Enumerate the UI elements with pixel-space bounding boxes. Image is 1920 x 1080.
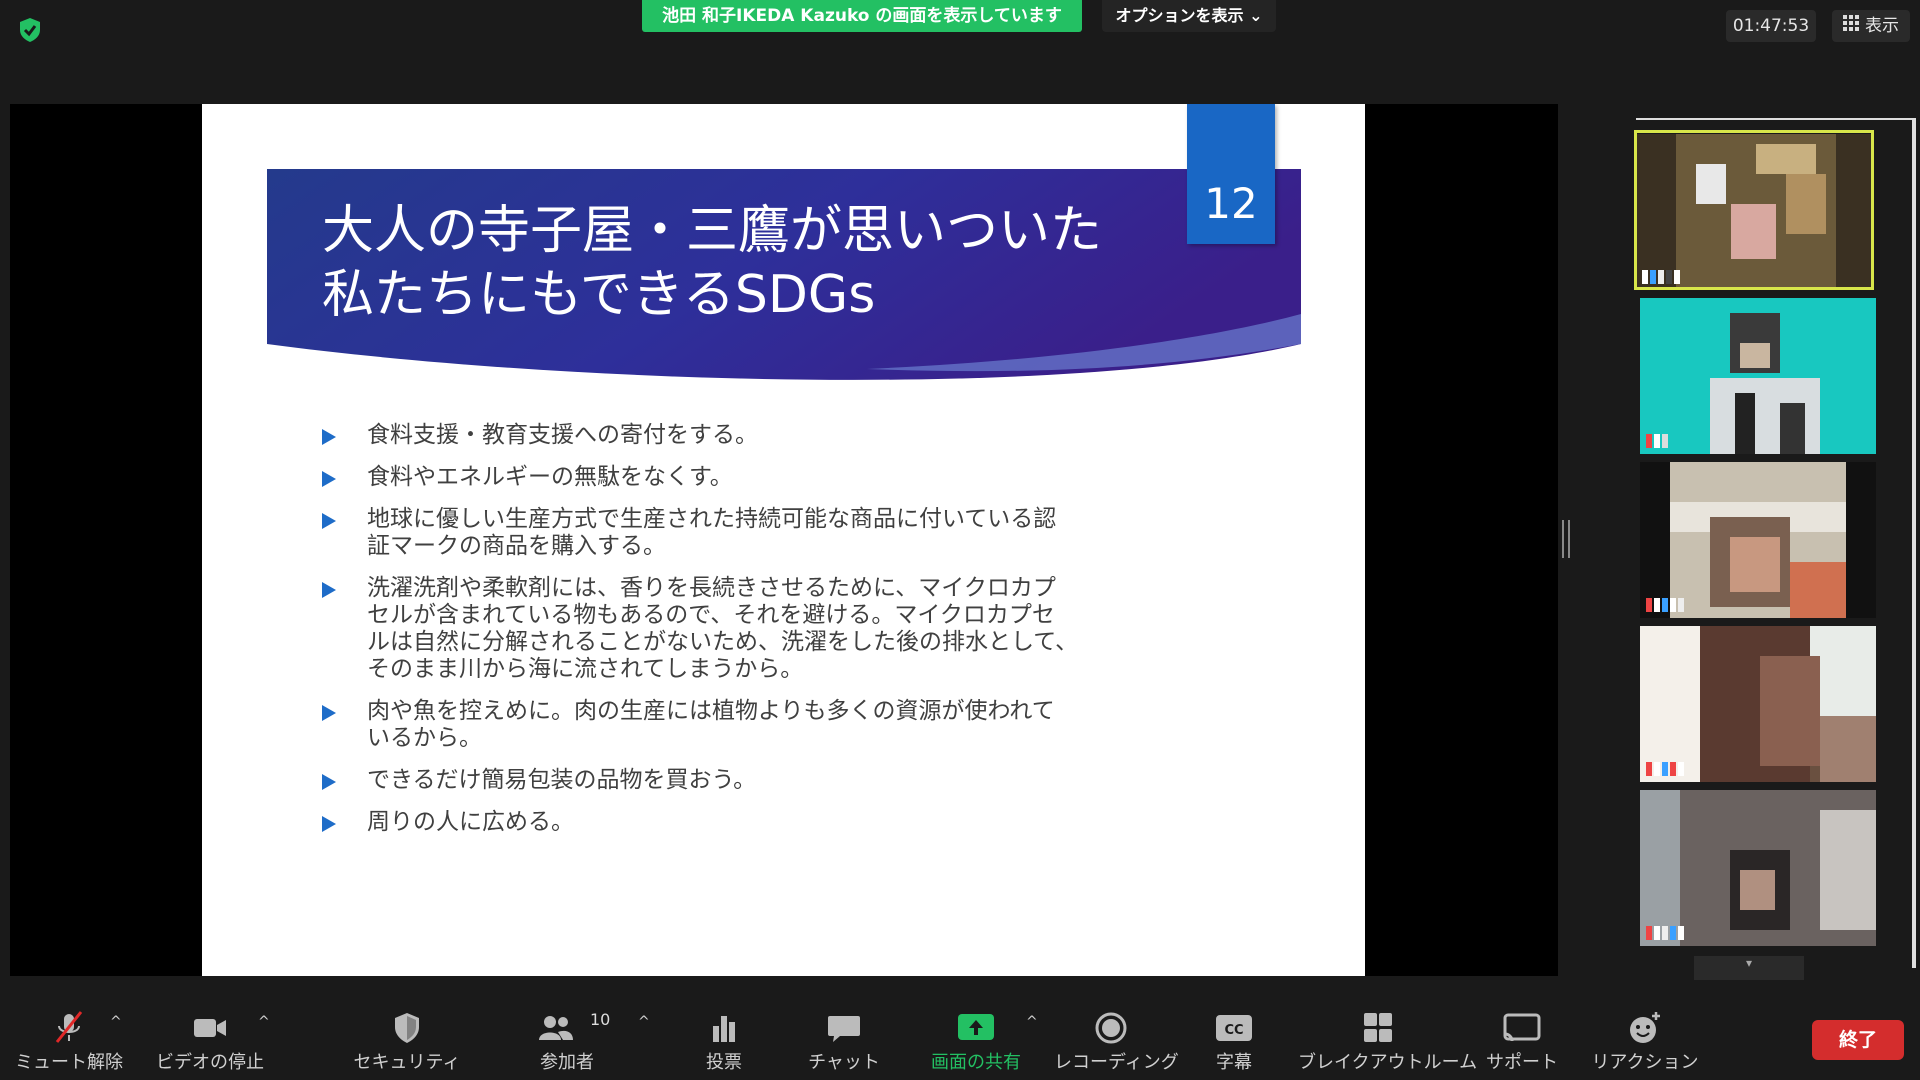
share-options-caret[interactable]: ^	[1026, 1014, 1040, 1030]
cast-icon	[1503, 1013, 1541, 1042]
unmute-label: ミュート解除	[15, 1052, 123, 1073]
bullet-item: 地球に優しい生産方式で生産された持続可能な商品に付いている認 証マークの商品を購…	[322, 506, 1112, 560]
participant-video-tile[interactable]	[1640, 298, 1876, 454]
captions-button[interactable]: CC 字幕	[1184, 980, 1284, 1080]
presentation-slide: 大人の寺子屋・三鷹が思いついた 私たちにもできるSDGs 12 食料支援・教育支…	[202, 104, 1365, 976]
participant-name-label	[1646, 762, 1756, 778]
bullet-arrow-icon	[322, 513, 336, 529]
bullet-item: 食料やエネルギーの無駄をなくす。	[322, 464, 1112, 491]
participants-count: 10	[590, 1010, 611, 1029]
view-options-button[interactable]: オプションを表示 ⌄	[1102, 0, 1276, 32]
bullet-item: 周りの人に広める。	[322, 809, 1112, 836]
participant-video-tile[interactable]	[1640, 462, 1876, 618]
polls-button[interactable]: 投票	[674, 980, 774, 1080]
participants-label: 参加者	[540, 1052, 594, 1073]
slide-header-banner: 大人の寺子屋・三鷹が思いついた 私たちにもできるSDGs	[267, 169, 1301, 384]
bullet-text: 食料支援・教育支援への寄付をする。	[367, 422, 758, 448]
bullet-text: できるだけ簡易包装の品物を買おう。	[367, 767, 757, 793]
bar-chart-icon	[713, 1016, 735, 1042]
breakout-rooms-icon	[1364, 1013, 1392, 1042]
slide-page-number: 12	[1187, 104, 1275, 244]
reactions-label: リアクション	[1591, 1052, 1699, 1073]
video-options-caret[interactable]: ^	[258, 1014, 272, 1030]
strip-top-border	[1636, 118, 1916, 120]
view-button[interactable]: 表示	[1832, 10, 1910, 42]
bullet-item: 肉や魚を控えめに。肉の生産には植物よりも多くの資源が使われて いるから。	[322, 698, 1112, 752]
support-label: サポート	[1486, 1052, 1558, 1073]
captions-label: 字幕	[1216, 1052, 1252, 1073]
bullet-arrow-icon	[322, 471, 336, 487]
grid-icon	[1843, 10, 1859, 42]
support-button[interactable]: サポート	[1472, 980, 1572, 1080]
participants-button[interactable]: 10 参加者	[512, 980, 622, 1080]
meeting-toolbar: ミュート解除 ^ ビデオの停止 ^ セキュリティ 10 参加者 ^ 投票 チャッ…	[0, 980, 1920, 1080]
security-button[interactable]: セキュリティ	[352, 980, 462, 1080]
chat-bubble-icon	[828, 1016, 860, 1042]
participant-name-label	[1646, 434, 1756, 450]
view-label: 表示	[1865, 16, 1899, 36]
split-resize-handle[interactable]	[1562, 520, 1570, 558]
chevron-down-icon: ▾	[1745, 956, 1753, 970]
security-shield-icon[interactable]	[14, 14, 46, 46]
microphone-muted-icon	[55, 1011, 83, 1043]
bullet-item: できるだけ簡易包装の品物を買おう。	[322, 767, 1112, 794]
record-label: レコーディング	[1054, 1052, 1179, 1073]
bullet-text: 肉や魚を控えめに。肉の生産には植物よりも多くの資源が使われて いるから。	[367, 698, 1055, 751]
bullet-text: 食料やエネルギーの無駄をなくす。	[367, 464, 733, 490]
breakout-rooms-button[interactable]: ブレイクアウトルーム	[1298, 980, 1478, 1080]
active-speaker-highlight	[1634, 130, 1874, 290]
participant-name-label	[1646, 598, 1756, 614]
chat-label: チャット	[808, 1052, 880, 1073]
share-screen-label: 画面の共有	[931, 1052, 1021, 1073]
bullet-arrow-icon	[322, 429, 336, 445]
security-label: セキュリティ	[353, 1052, 461, 1073]
participant-video-tile[interactable]	[1640, 626, 1876, 782]
bullet-item: 食料支援・教育支援への寄付をする。	[322, 422, 1112, 449]
bullet-text: 地球に優しい生産方式で生産された持続可能な商品に付いている認 証マークの商品を購…	[367, 506, 1057, 559]
participants-options-caret[interactable]: ^	[638, 1014, 652, 1030]
strip-scrollbar[interactable]	[1912, 118, 1916, 968]
unmute-button[interactable]: ミュート解除	[14, 980, 124, 1080]
bullet-arrow-icon	[322, 582, 336, 598]
record-button[interactable]: レコーディング	[1054, 980, 1179, 1080]
bullet-arrow-icon	[322, 774, 336, 790]
reactions-button[interactable]: リアクション	[1590, 980, 1700, 1080]
closed-captions-icon: CC	[1216, 1015, 1252, 1041]
breakout-rooms-label: ブレイクアウトルーム	[1298, 1052, 1478, 1073]
participant-video-tile[interactable]	[1640, 790, 1876, 946]
video-camera-icon	[194, 1019, 226, 1037]
slide-title: 大人の寺子屋・三鷹が思いついた 私たちにもできるSDGs	[322, 201, 1103, 325]
participants-icon	[539, 1016, 573, 1040]
chat-button[interactable]: チャット	[794, 980, 894, 1080]
bullet-text: 周りの人に広める。	[367, 809, 574, 835]
bullet-list: 食料支援・教育支援への寄付をする。 食料やエネルギーの無駄をなくす。 地球に優し…	[322, 422, 1112, 851]
meeting-timer: 01:47:53	[1726, 10, 1816, 42]
bullet-item: 洗濯洗剤や柔軟剤には、香りを長続きさせるために、マイクロカプ セルが含まれている…	[322, 575, 1112, 683]
stop-video-label: ビデオの停止	[156, 1052, 264, 1073]
bullet-arrow-icon	[322, 816, 336, 832]
polls-label: 投票	[706, 1052, 742, 1073]
share-screen-button[interactable]: 画面の共有	[916, 980, 1036, 1080]
shield-icon	[395, 1013, 419, 1043]
end-meeting-button[interactable]: 終了	[1812, 1020, 1904, 1060]
svg-text:CC: CC	[1224, 1023, 1243, 1038]
stop-video-button[interactable]: ビデオの停止	[150, 980, 270, 1080]
chevron-down-icon: ⌄	[1249, 6, 1263, 25]
record-icon	[1095, 1012, 1127, 1044]
bullet-arrow-icon	[322, 705, 336, 721]
emoji-add-icon	[1630, 1012, 1660, 1043]
participant-name-label	[1646, 926, 1756, 942]
view-options-label: オプションを表示	[1115, 6, 1244, 25]
share-screen-icon	[958, 1014, 994, 1040]
bullet-text: 洗濯洗剤や柔軟剤には、香りを長続きさせるために、マイクロカプ セルが含まれている…	[367, 575, 1079, 682]
screen-share-banner: 池田 和子IKEDA Kazuko の画面を表示しています	[642, 0, 1082, 32]
audio-options-caret[interactable]: ^	[110, 1014, 124, 1030]
